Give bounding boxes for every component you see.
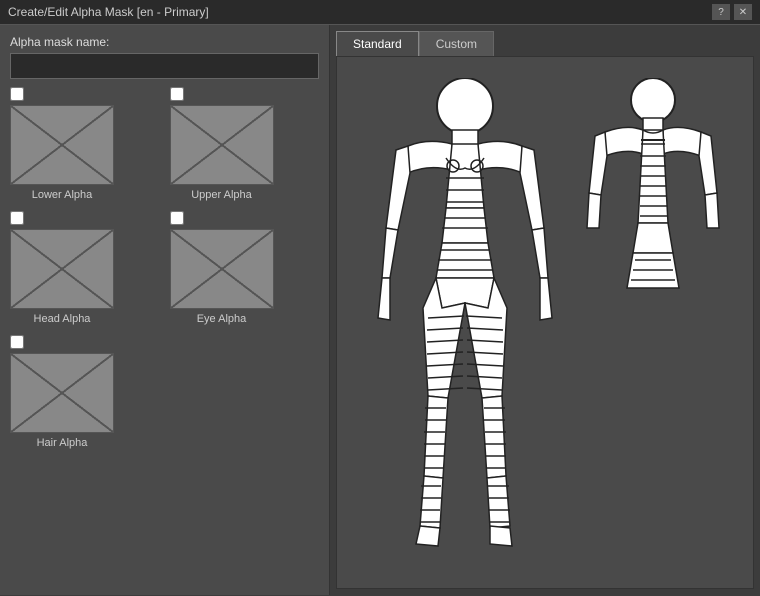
title-bar-buttons: ? ✕ [712, 4, 752, 20]
mask-header-upper-alpha [170, 87, 184, 101]
mask-checkbox-head-alpha[interactable] [10, 211, 24, 225]
mask-checkbox-upper-alpha[interactable] [170, 87, 184, 101]
mask-item-eye-alpha: Eye Alpha [170, 211, 320, 325]
tab-standard[interactable]: Standard [336, 31, 419, 56]
left-panel: Alpha mask name: Lower Alpha Upper Alpha [0, 25, 330, 595]
mask-checkbox-eye-alpha[interactable] [170, 211, 184, 225]
mask-thumbnail-upper-alpha[interactable] [170, 105, 274, 185]
main-content: Alpha mask name: Lower Alpha Upper Alpha [0, 25, 760, 595]
alpha-name-label: Alpha mask name: [10, 35, 319, 49]
mask-header-eye-alpha [170, 211, 184, 225]
mask-label-head-alpha: Head Alpha [10, 313, 114, 325]
tab-custom[interactable]: Custom [419, 31, 494, 56]
mask-item-head-alpha: Head Alpha [10, 211, 160, 325]
mask-header-head-alpha [10, 211, 24, 225]
close-button[interactable]: ✕ [734, 4, 752, 20]
mask-label-upper-alpha: Upper Alpha [170, 189, 274, 201]
title-bar: Create/Edit Alpha Mask [en - Primary] ? … [0, 0, 760, 25]
mask-thumbnail-lower-alpha[interactable] [10, 105, 114, 185]
mask-thumbnail-head-alpha[interactable] [10, 229, 114, 309]
mask-checkbox-lower-alpha[interactable] [10, 87, 24, 101]
mask-item-lower-alpha: Lower Alpha [10, 87, 160, 201]
masks-grid: Lower Alpha Upper Alpha Head Alpha [10, 87, 319, 449]
mask-label-eye-alpha: Eye Alpha [170, 313, 274, 325]
mask-thumbnail-eye-alpha[interactable] [170, 229, 274, 309]
tabs-bar: Standard Custom [330, 25, 760, 56]
mask-header-lower-alpha [10, 87, 24, 101]
mask-header-hair-alpha [10, 335, 24, 349]
mask-checkbox-hair-alpha[interactable] [10, 335, 24, 349]
mask-thumbnail-hair-alpha[interactable] [10, 353, 114, 433]
body-figures [358, 68, 733, 578]
back-body-figure [583, 78, 723, 418]
window-title: Create/Edit Alpha Mask [en - Primary] [8, 5, 209, 19]
mask-item-hair-alpha: Hair Alpha [10, 335, 160, 449]
mask-label-lower-alpha: Lower Alpha [10, 189, 114, 201]
alpha-name-row: Alpha mask name: [10, 35, 319, 79]
alpha-name-input[interactable] [10, 53, 319, 79]
front-body-figure [368, 78, 563, 568]
help-button[interactable]: ? [712, 4, 730, 20]
mask-item-upper-alpha: Upper Alpha [170, 87, 320, 201]
right-panel: Standard Custom [330, 25, 760, 595]
preview-area [336, 56, 754, 589]
mask-label-hair-alpha: Hair Alpha [10, 437, 114, 449]
